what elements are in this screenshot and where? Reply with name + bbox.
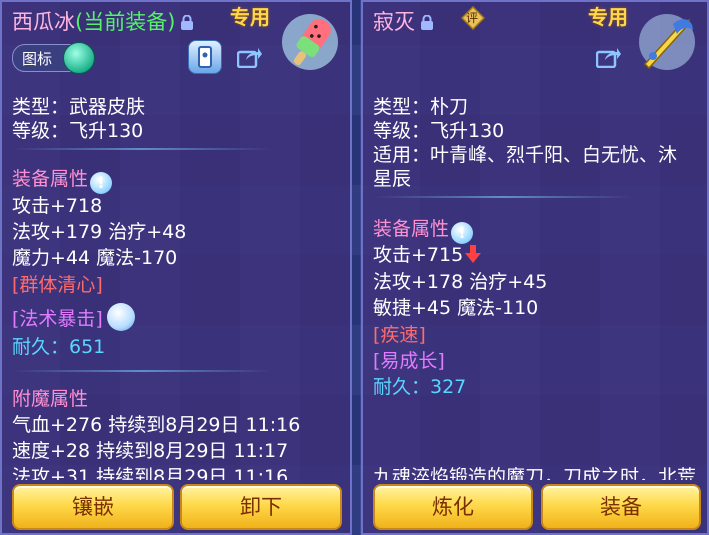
item-title: 西瓜冰(当前装备) — [12, 6, 194, 36]
attr-line: 攻击+718 — [12, 195, 103, 217]
attr-line: 魔力+44 魔法-170 — [12, 247, 178, 269]
equip-button[interactable]: 装备 — [541, 484, 701, 530]
inlay-button[interactable]: 镶嵌 — [12, 484, 174, 530]
item-title: 寂灭 — [373, 6, 434, 36]
attr-value: 攻击+715 — [373, 244, 464, 266]
item-name: 寂灭 — [373, 10, 415, 34]
equip-attr-header-label: 装备属性 — [12, 168, 89, 190]
item-type: 类型：朴刀 — [373, 96, 469, 118]
appearance-view-button[interactable] — [188, 40, 222, 74]
lock-icon — [420, 15, 434, 30]
rating-icon[interactable]: 评 — [460, 5, 486, 31]
durability: 耐久：327 — [373, 376, 467, 398]
refine-button[interactable]: 炼化 — [373, 484, 533, 530]
icon-toggle[interactable]: 图标 — [12, 42, 95, 74]
special-skill: [法术暴击] — [12, 308, 103, 330]
refresh-icon[interactable] — [106, 303, 135, 331]
attr-line: 攻击+715 — [373, 240, 482, 267]
watermelon-popsicle-icon — [278, 10, 342, 74]
attr-line: 敏捷+45 魔法-110 — [373, 297, 539, 319]
special-skill: [疾速] — [373, 324, 426, 346]
rating-label: 评 — [466, 11, 479, 25]
exclusive-badge: 专用 — [230, 5, 270, 29]
equip-attr-header-label: 装备属性 — [373, 218, 450, 240]
item-description: 九魂淬焰锻造的魔刀，刀成之时，北荒 — [373, 466, 697, 480]
equip-attr-header: 装备属性! — [12, 164, 113, 194]
enchant-line: 气血+276 持续到8月29日 11:16 — [12, 414, 301, 436]
current-equipped-tag: (当前装备) — [75, 10, 176, 34]
share-icon[interactable] — [236, 46, 263, 69]
divider — [12, 370, 272, 372]
unequip-button[interactable]: 卸下 — [180, 484, 342, 530]
current-equipment-panel: 西瓜冰(当前装备) 专用 图标 类型：武器皮肤 等级：飞升130 装备属性! 攻… — [0, 0, 352, 535]
enchant-header: 附魔属性 — [12, 388, 89, 410]
enchant-line: 法攻+31 持续到8月29日 11:16 — [12, 466, 289, 480]
special-skill: [易成长] — [373, 350, 445, 372]
durability: 耐久：651 — [12, 336, 106, 358]
exclusive-badge: 专用 — [588, 5, 628, 29]
share-icon[interactable] — [595, 46, 622, 69]
attr-line: 法攻+178 治疗+45 — [373, 271, 548, 293]
toggle-knob-icon — [63, 42, 95, 74]
special-skill-row: [法术暴击] — [12, 303, 135, 331]
item-type: 类型：武器皮肤 — [12, 96, 146, 118]
usable-by: 适用：叶青峰、烈千阳、白无忧、沐 — [373, 144, 678, 166]
lock-icon — [180, 15, 194, 30]
dragon-blade-icon — [635, 10, 699, 74]
compare-equipment-panel: 寂灭 评 专用 类型：朴刀 等级：飞升130 适用：叶青峰、烈千阳、白无忧、沐 … — [361, 0, 709, 535]
usable-by-cont: 星辰 — [373, 168, 412, 190]
item-level: 等级：飞升130 — [12, 120, 144, 142]
door-icon — [198, 46, 212, 68]
special-skill: [群体清心] — [12, 274, 103, 296]
icon-toggle-label: 图标 — [22, 50, 53, 68]
item-level: 等级：飞升130 — [373, 120, 505, 142]
item-name: 西瓜冰 — [12, 10, 75, 34]
enchant-line: 速度+28 持续到8月29日 11:17 — [12, 440, 289, 462]
arrow-down-icon — [465, 245, 482, 263]
divider — [12, 148, 272, 150]
attr-line: 法攻+179 治疗+48 — [12, 221, 187, 243]
divider — [373, 196, 633, 198]
